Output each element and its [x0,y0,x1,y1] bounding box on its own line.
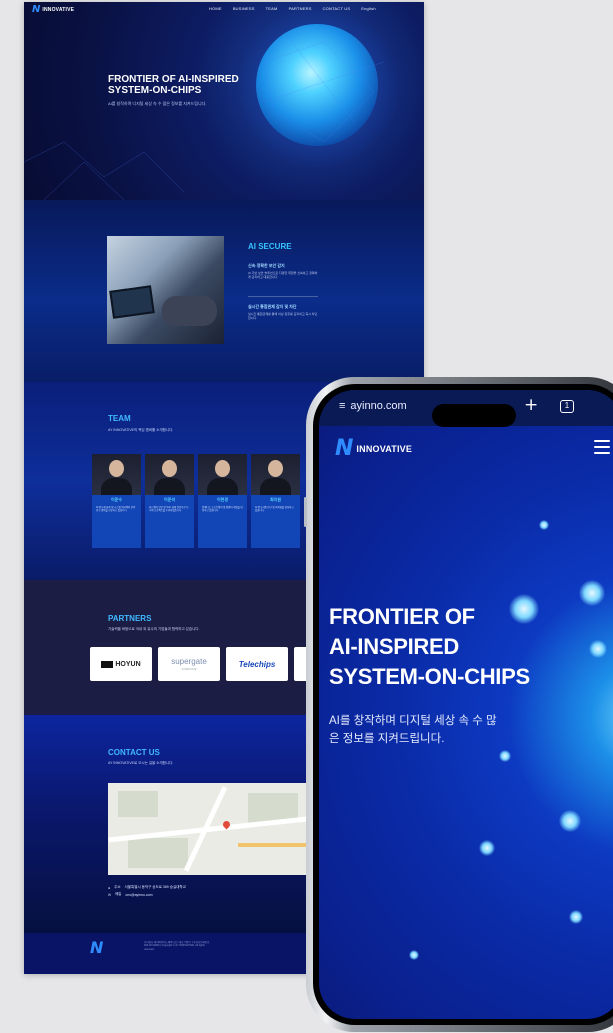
hero-title-line: FRONTIER OF [329,604,475,629]
driver-hand [162,296,217,326]
contact-subtitle: AY INNOVATIVE로 오시는 길을 소개합니다. [108,761,174,765]
partners-subtitle: 기술력을 바탕으로 국내 외 유수의 기업들과 협력하고 있습니다. [108,627,200,631]
tab-count: 1 [564,401,570,410]
team-card[interactable]: 최지원 AI 알고리즘 연구 및 최적화를 담당하고 있습니다. [251,454,300,548]
ai-item2-text: 실시간 통합관제를 통해 이상 징후를 감지하고 즉시 차단합니다. [248,312,318,320]
hero-section: N INNOVATIVE HOME BUSINESS TEAM PARTNERS… [24,2,424,200]
member-desc: AI 반도체 설계 및 시스템 아키텍처 분야 연구 경력을 보유하고 있습니다… [96,506,136,513]
footer-info: 주식회사 에이와이이노베이티브 | 대표 이준수 | 사업자등록번호 000-0… [144,941,210,951]
nav-link-home[interactable]: HOME [209,6,222,11]
mobile-hero-subtitle: AI를 창작하며 디지털 세상 속 수 많은 정보를 지켜드립니다. [329,715,497,745]
team-card[interactable]: 이준수 AI 반도체 설계 및 시스템 아키텍처 분야 연구 경력을 보유하고 … [92,454,141,548]
address-value: 서울특별시 동작구 상도로 369 숭실대학교 [124,885,186,889]
brand-logo-mark: N [335,436,353,461]
partners-title: PARTNERS [108,614,152,623]
hamburger-menu-icon[interactable] [594,440,610,458]
partner-caption: SUPERGATE [181,668,197,671]
partner-name: supergate [171,657,207,666]
brand-logo-mark[interactable]: N [32,5,40,15]
brand-name[interactable]: INNOVATIVE [42,7,74,13]
member-name: 이준수 [110,497,123,502]
mobile-hero-title: FRONTIER OF AI-INSPIRED SYSTEM-ON-CHIPS [329,602,530,692]
hero-subtitle: AI를 창작하며 디지털 세상 속 수 많은 정보를 지켜드립니다. [108,101,207,106]
team-subtitle: AY INNOVATIVE의 핵심 멤버를 소개합니다. [108,428,174,432]
browser-bar: ≡ ayinno.com + 1 [319,390,613,427]
nav-link-contact[interactable]: CONTACT US [323,6,351,11]
language-switch[interactable]: English [361,6,376,11]
hero-title: FRONTIER OF AI-INSPIRED SYSTEM-ON-CHIPS [108,74,239,96]
nav-link-partners[interactable]: PARTNERS [289,6,312,11]
member-desc: 하드웨어 보안 및 SoC 설계 전문가로 다수의 프로젝트를 수행하였습니다. [149,506,189,513]
location-map[interactable] [108,783,308,875]
brand-name: INNOVATIVE [356,444,413,454]
tabs-icon[interactable]: 1 [560,400,574,413]
nav-link-team[interactable]: TEAM [266,6,278,11]
team-card[interactable]: 이현경 임베디드 소프트웨어 및 펌웨어 개발을 담당하고 있습니다. [198,454,247,548]
contact-email: ✉ 메일 ceo@ayinno.com [108,892,153,897]
member-name: 최지원 [269,497,282,502]
mobile-screen: ≡ ayinno.com + 1 N INNOVATIVE FRONTIER O… [319,390,613,1019]
ai-secure-section: AI SECURE 신속·정확한 보안 감지 AI 기반 보안 솔루션으로 다양… [24,200,424,382]
hero-title-line: SYSTEM-ON-CHIPS [329,664,530,689]
partner-name: Telechips [238,659,276,669]
ai-item1-heading: 신속·정확한 보안 감지 [248,263,285,268]
location-icon: ● [108,885,111,890]
mobile-brand-logo[interactable]: N INNOVATIVE [335,438,412,460]
member-name: 이현경 [216,497,229,502]
mail-icon: ✉ [108,892,111,897]
phone-mockup: ≡ ayinno.com + 1 N INNOVATIVE FRONTIER O… [304,377,613,1032]
member-desc: AI 알고리즘 연구 및 최적화를 담당하고 있습니다. [255,506,294,513]
footer-logo-mark[interactable]: N [90,940,103,956]
ai-car-dashboard-image [107,236,224,344]
nav-link-business[interactable]: BUSINESS [233,6,255,11]
member-photo [198,454,247,495]
contact-title: CONTACT US [108,748,160,757]
partner-logo-hoyun[interactable]: HOYUN [90,647,152,681]
nav-links: HOME BUSINESS TEAM PARTNERS CONTACT US E… [209,6,376,11]
volume-button [304,497,307,527]
hoyun-mark-icon [101,660,114,668]
email-label: 메일 [114,892,122,896]
member-photo [145,454,194,495]
partner-logo-telechips[interactable]: Telechips [226,647,288,681]
top-nav: N INNOVATIVE HOME BUSINESS TEAM PARTNERS… [24,2,424,18]
dynamic-island [432,404,516,427]
member-photo [92,454,141,495]
showcase-stage: N INNOVATIVE HOME BUSINESS TEAM PARTNERS… [0,0,613,1033]
phone-bezel: ≡ ayinno.com + 1 N INNOVATIVE FRONTIER O… [313,384,613,1025]
url-text[interactable]: ayinno.com [350,400,406,412]
plus-icon[interactable]: + [524,395,538,415]
partner-logo-supergate[interactable]: supergate SUPERGATE [158,647,220,681]
ai-item1-text: AI 기반 보안 솔루션으로 다양한 위협을 신속하고 정확하게 감지하고 대응… [248,271,318,279]
network-lines [24,31,385,200]
member-name: 이준석 [163,497,176,502]
team-card[interactable]: 이준석 하드웨어 보안 및 SoC 설계 전문가로 다수의 프로젝트를 수행하였… [145,454,194,548]
contact-address: ● 주소 서울특별시 동작구 상도로 369 숭실대학교 [108,885,186,890]
team-title: TEAM [108,414,131,423]
member-desc: 임베디드 소프트웨어 및 펌웨어 개발을 담당하고 있습니다. [202,506,243,513]
hero-title-line: AI-INSPIRED [329,634,459,659]
partner-name: HOYUN [115,660,141,668]
address-label: 주소 [114,885,121,889]
ai-secure-title: AI SECURE [248,242,292,251]
member-photo [251,454,300,495]
site-settings-icon[interactable]: ≡ [339,400,345,412]
ai-divider [248,296,318,297]
email-value[interactable]: ceo@ayinno.com [125,893,152,897]
ai-item2-heading: 실시간 통합관제 감지 및 차단 [248,304,297,309]
address-bar[interactable]: ≡ ayinno.com [339,400,407,412]
dashboard-screen [109,285,155,319]
